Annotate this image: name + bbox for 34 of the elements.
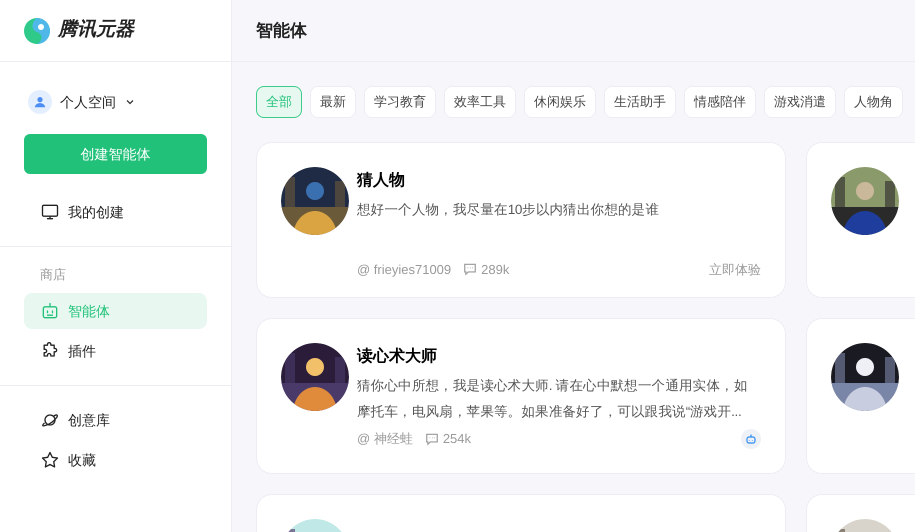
agent-description: 想好一个人物，我尽量在10步以内猜出你想的是谁	[357, 201, 660, 219]
author-name: @ 神经蛙	[357, 430, 413, 448]
robot-icon	[40, 300, 60, 320]
usage-count: 254k	[442, 430, 472, 448]
logo-icon	[24, 18, 50, 44]
category-tab[interactable]: 最新	[310, 86, 356, 118]
nav-item[interactable]: 我的创建	[24, 194, 207, 230]
author-name: @ frieyies71009	[357, 260, 452, 279]
agent-card[interactable]: 读心术大师 猜你心中所想，我是读心术大师. 请在心中默想一个通用实体，如摩托车，电风扇，苹果等。如果准备好了，可以跟我说“游戏开... @ 神经蛙 254k	[256, 318, 786, 474]
robot-icon[interactable]	[741, 429, 761, 449]
comment-icon	[463, 262, 478, 276]
user-avatar-icon	[28, 90, 52, 114]
workspace-selector[interactable]: 个人空间	[60, 92, 136, 112]
nav-item[interactable]: 插件	[24, 332, 207, 368]
agent-title: 读心术大师	[357, 346, 438, 367]
brand-name: 腾讯元器	[58, 18, 134, 42]
category-tab[interactable]: 情感陪伴	[684, 86, 756, 118]
section-heading: 商店	[39, 266, 67, 284]
category-tab[interactable]: 游戏消遣	[764, 86, 836, 118]
monitor-icon	[40, 202, 60, 222]
category-tab[interactable]: 效率工具	[444, 86, 516, 118]
star-icon	[40, 450, 60, 470]
agent-title: 猜人物	[357, 170, 406, 191]
comment-icon	[424, 432, 439, 446]
page-title: 智能体	[256, 20, 307, 42]
nav-item[interactable]: 收藏	[24, 442, 207, 478]
category-tab[interactable]: 休闲娱乐	[524, 86, 596, 118]
nav-item[interactable]: 创意库	[24, 402, 207, 438]
category-tab[interactable]: 学习教育	[364, 86, 436, 118]
agent-card[interactable]: 猜人物 想好一个人物，我尽量在10步以内猜出你想的是谁 @ frieyies71009 289k 立即体验	[256, 142, 786, 298]
category-tab[interactable]: 生活助手	[604, 86, 676, 118]
category-tab[interactable]: 人物角	[844, 86, 903, 118]
agent-description: 猜你心中所想，我是读心术大师. 请在心中默想一个通用实体，如摩托车，电风扇，苹果等。如果准备好了，可以跟我说“游戏开...	[357, 377, 749, 421]
usage-count: 289k	[481, 260, 510, 278]
